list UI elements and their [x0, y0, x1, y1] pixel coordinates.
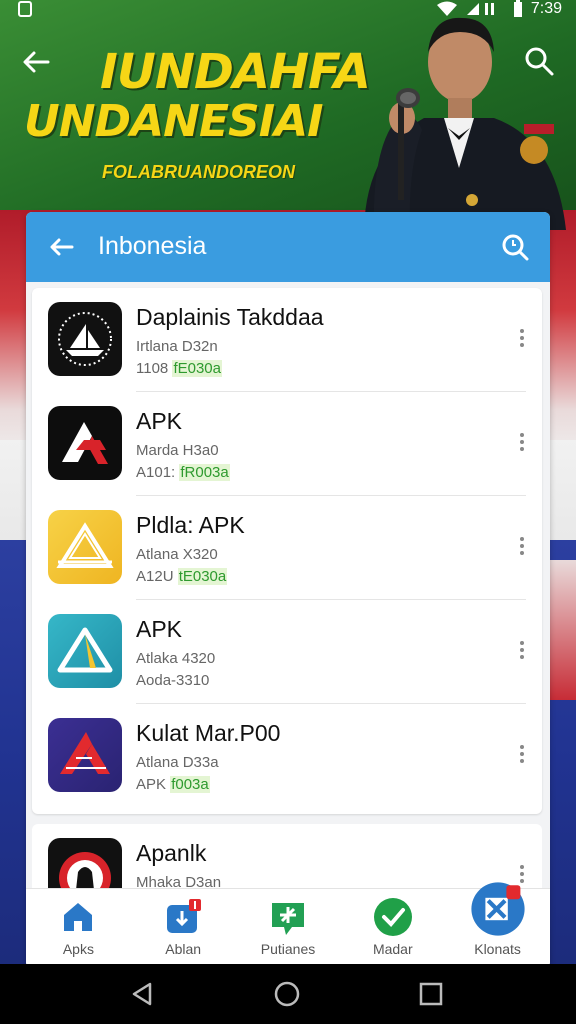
- list-item[interactable]: Daplainis Takddaa Irtlana D32n 1108 fE03…: [32, 288, 542, 392]
- list-item[interactable]: APK Atlaka 4320 Aoda-3310: [32, 600, 542, 704]
- list-item[interactable]: Kulat Mar.P00 Atlana D33a APK f003a: [32, 704, 542, 808]
- back-triangle-icon[interactable]: [126, 978, 158, 1010]
- app-meta: Atlana D33a: [136, 754, 219, 771]
- home-circle-icon[interactable]: [271, 978, 303, 1010]
- tab-klonats[interactable]: Klonats: [445, 882, 550, 968]
- speaker-portrait-image: [364, 17, 566, 230]
- bottom-tab-bar: Apks Ablan Putianes Madar Klonats: [26, 882, 550, 968]
- hero-title-line2: UNDANESIAI: [24, 96, 324, 147]
- app-meta: Atlana X320: [136, 546, 218, 563]
- tab-label: Ablan: [165, 941, 202, 957]
- hero-title: IUNDAHFA UNDANESIAI: [24, 44, 371, 147]
- app-bar: Inbonesia: [26, 212, 550, 282]
- tab-label: Madar: [372, 941, 413, 957]
- app-name: Pldla: APK: [136, 512, 245, 538]
- teal-delta-logo-icon: [48, 614, 122, 688]
- app-version: A12U tE030a: [136, 568, 228, 585]
- apk-a-logo-icon: [48, 406, 122, 480]
- back-arrow-icon[interactable]: [46, 232, 76, 262]
- triangle-logo-icon: [48, 510, 122, 584]
- tab-label: Klonats: [474, 941, 521, 957]
- app-name: Apanlk: [136, 840, 207, 866]
- app-version: 1108 fE030a: [136, 360, 222, 377]
- notification-icon: [18, 1, 32, 17]
- check-icon: [373, 898, 412, 936]
- update-icon: [271, 903, 304, 935]
- list-item[interactable]: Pldla: APK Atlana X320 A12U tE030a: [32, 496, 542, 600]
- more-options-icon[interactable]: [512, 742, 532, 770]
- profile-icon: [470, 882, 525, 936]
- app-version: Aoda-3310: [136, 672, 210, 689]
- hero-title-line1: IUNDAHFA: [100, 44, 371, 100]
- hero-subtitle: FOLABRUANDOREON: [102, 162, 295, 182]
- tab-putianes[interactable]: Putianes: [236, 889, 341, 968]
- red-a-logo-icon: [48, 718, 122, 792]
- app-meta: Marda H3a0: [136, 442, 219, 459]
- list-item[interactable]: APK Marda H3a0 A101: fR003a: [32, 392, 542, 496]
- app-bar-title: Inbonesia: [98, 232, 207, 260]
- tab-label: Apks: [62, 941, 94, 957]
- app-version: A101: fR003a: [136, 464, 230, 481]
- app-name: APK: [136, 408, 183, 434]
- app-name: Daplainis Takddaa: [136, 304, 324, 330]
- tab-apks[interactable]: Apks: [26, 889, 131, 968]
- more-options-icon[interactable]: [512, 430, 532, 458]
- system-nav-bar: [0, 964, 576, 1024]
- tab-madar[interactable]: Madar: [340, 889, 445, 968]
- tab-label: Putianes: [260, 941, 316, 957]
- home-icon: [64, 903, 93, 931]
- hero-search-icon[interactable]: [522, 44, 556, 78]
- app-meta: Atlaka 4320: [136, 650, 216, 667]
- app-meta: Irtlana D32n: [136, 338, 218, 355]
- app-list-card: Daplainis Takddaa Irtlana D32n 1108 fE03…: [32, 288, 542, 814]
- app-name: APK: [136, 616, 183, 642]
- more-options-icon[interactable]: [512, 326, 532, 354]
- app-panel: Inbonesia Daplainis Takddaa Irtlana D32n…: [26, 212, 550, 968]
- more-options-icon[interactable]: [512, 534, 532, 562]
- app-version: APK f003a: [136, 776, 210, 793]
- more-options-icon[interactable]: [512, 638, 532, 666]
- recents-square-icon[interactable]: [415, 978, 447, 1010]
- app-name: Kulat Mar.P00: [136, 720, 281, 746]
- download-icon: [167, 899, 202, 933]
- ship-logo-icon: [48, 302, 122, 376]
- tab-ablan[interactable]: Ablan: [131, 889, 236, 968]
- search-icon[interactable]: [500, 232, 530, 262]
